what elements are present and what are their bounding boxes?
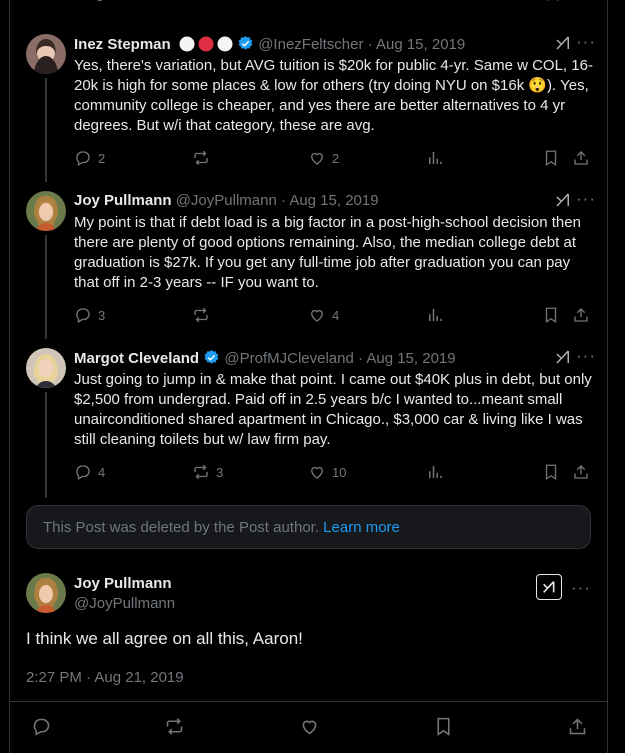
- timeline-border-left: [9, 0, 10, 753]
- like-button[interactable]: 2: [308, 149, 339, 167]
- author-name[interactable]: Inez Stepman: [74, 36, 171, 53]
- tweet[interactable]: Joy Pullmann @JoyPullmann · Aug 15, 2019…: [26, 189, 596, 331]
- share-icon: [574, 465, 588, 479]
- views-icon: [429, 309, 442, 321]
- like-icon: [311, 152, 323, 165]
- bookmark-icon[interactable]: [544, 0, 562, 2]
- views-icon: [429, 152, 442, 164]
- bookmark-button[interactable]: [542, 463, 560, 481]
- share-button[interactable]: [572, 306, 590, 324]
- share-icon: [574, 308, 588, 322]
- author-handle[interactable]: @InezFeltscher: [258, 36, 363, 53]
- tweet-actions: 4 3 10: [74, 463, 596, 483]
- views-icon[interactable]: [426, 0, 444, 2]
- share-icon: [574, 151, 588, 165]
- bookmark-icon[interactable]: [433, 716, 454, 737]
- tweet-timestamp[interactable]: 2:27 PM · Aug 21, 2019: [26, 669, 184, 686]
- reply-icon: [76, 465, 90, 480]
- bookmark-icon: [545, 464, 557, 481]
- avatar[interactable]: [26, 191, 66, 231]
- bookmark-icon: [545, 150, 557, 167]
- tweet-header: Joy Pullmann @JoyPullmann: [74, 574, 175, 614]
- tweet-header: Margot Cleveland @ProfMJCleveland · Aug …: [74, 350, 456, 367]
- avatar[interactable]: [26, 34, 66, 74]
- verified-badge-icon: [204, 350, 219, 364]
- more-options-icon[interactable]: ···: [571, 578, 591, 598]
- tweet-text: My point is that if debt load is a big f…: [74, 214, 581, 291]
- like-icon: [311, 466, 323, 479]
- repost-icon: [194, 150, 208, 166]
- deleted-post-notice: This Post was deleted by the Post author…: [26, 505, 591, 549]
- repost-icon: [194, 464, 208, 480]
- share-button[interactable]: [572, 149, 590, 167]
- reply-icon[interactable]: [31, 716, 52, 737]
- bookmark-icon: [545, 307, 557, 324]
- grok-icon: [543, 581, 555, 593]
- like-button[interactable]: 10: [308, 463, 346, 481]
- more-options-icon[interactable]: ···: [576, 346, 596, 366]
- tweet-date[interactable]: Aug 15, 2019: [376, 36, 465, 53]
- avatar[interactable]: [26, 348, 66, 388]
- grok-icon[interactable]: [554, 34, 572, 52]
- focused-tweet-actions: [0, 716, 625, 740]
- author-name[interactable]: Margot Cleveland: [74, 350, 199, 367]
- views-button[interactable]: [426, 463, 444, 481]
- more-options-icon[interactable]: ···: [576, 32, 596, 52]
- tweet-header: Inez Stepman @InezFeltscher · Aug 15, 20…: [74, 35, 596, 55]
- author-name[interactable]: Joy Pullmann: [74, 192, 172, 209]
- reply-icon: [76, 151, 90, 166]
- timeline-border-right: [607, 0, 608, 753]
- grok-icon[interactable]: [554, 191, 572, 209]
- tweet-actions: 2 2: [74, 149, 596, 169]
- repost-icon: [194, 307, 208, 323]
- tweet-actions: 3 4: [74, 306, 596, 326]
- learn-more-link[interactable]: Learn more: [323, 519, 400, 536]
- tweet-text: I think we all agree on all this, Aaron!: [26, 629, 303, 648]
- divider: [10, 701, 607, 702]
- share-button[interactable]: [572, 463, 590, 481]
- reply-button[interactable]: 3: [74, 306, 105, 324]
- grok-button[interactable]: [536, 574, 562, 600]
- share-icon[interactable]: [570, 0, 588, 2]
- like-icon[interactable]: [299, 716, 320, 737]
- repost-button[interactable]: [192, 149, 216, 167]
- previous-tweet-actions: 3: [74, 0, 594, 8]
- verified-badge-icon: [238, 36, 253, 50]
- bookmark-button[interactable]: [542, 306, 560, 324]
- views-button[interactable]: [426, 306, 444, 324]
- author-handle[interactable]: @ProfMJCleveland: [224, 350, 353, 367]
- repost-button[interactable]: [192, 306, 216, 324]
- author-handle[interactable]: @JoyPullmann: [176, 192, 277, 209]
- author-handle[interactable]: @JoyPullmann: [74, 594, 175, 614]
- bookmark-button[interactable]: [542, 149, 560, 167]
- repost-icon[interactable]: [164, 716, 185, 737]
- tweet-text: Just going to jump in & make that point.…: [74, 371, 592, 448]
- like-icon[interactable]: [308, 0, 326, 2]
- reply-icon: [76, 308, 90, 323]
- like-icon: [311, 309, 323, 322]
- share-icon[interactable]: [567, 716, 588, 737]
- tweet-header: Joy Pullmann @JoyPullmann · Aug 15, 2019: [74, 192, 379, 209]
- tweet-date[interactable]: Aug 15, 2019: [289, 192, 378, 209]
- like-button[interactable]: 4: [308, 306, 339, 324]
- deleted-post-text: This Post was deleted by the Post author…: [43, 519, 319, 536]
- views-icon: [429, 466, 442, 478]
- reply-button[interactable]: 4: [74, 463, 105, 481]
- avatar[interactable]: [26, 573, 66, 613]
- tweet-text: Yes, there's variation, but AVG tuition …: [74, 57, 593, 134]
- reply-button[interactable]: 2: [74, 149, 105, 167]
- repost-icon[interactable]: [192, 0, 210, 2]
- grok-icon[interactable]: [554, 348, 572, 366]
- repost-button[interactable]: 3: [192, 463, 223, 481]
- tweet[interactable]: Inez Stepman @InezFeltscher · Aug 15, 20…: [26, 32, 596, 174]
- badge-emojis: [179, 36, 233, 56]
- reply-count: 3: [96, 0, 103, 4]
- author-name[interactable]: Joy Pullmann: [74, 574, 175, 594]
- more-options-icon[interactable]: ···: [576, 189, 596, 209]
- tweet-date[interactable]: Aug 15, 2019: [366, 350, 455, 367]
- tweet[interactable]: Margot Cleveland @ProfMJCleveland · Aug …: [26, 346, 596, 488]
- views-button[interactable]: [426, 149, 444, 167]
